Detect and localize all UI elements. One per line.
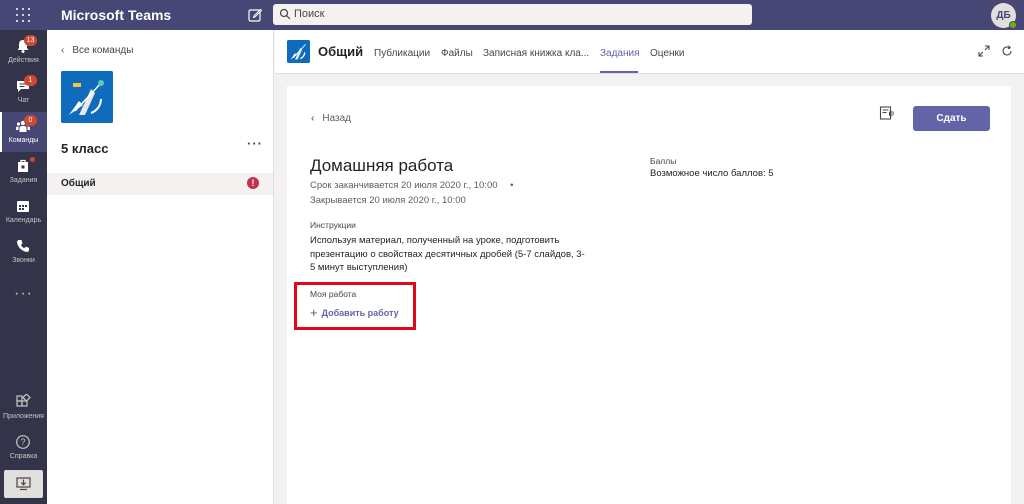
tab-notebook[interactable]: Записная книжка кла... <box>483 48 589 59</box>
points-label: Баллы <box>650 156 677 166</box>
rail-item-apps[interactable]: Приложения <box>0 388 47 428</box>
rail-label: Действия <box>8 57 39 64</box>
rail-label: Календарь <box>5 217 42 224</box>
tab-posts[interactable]: Публикации <box>374 48 430 59</box>
search-icon <box>279 8 291 20</box>
search-placeholder: Поиск <box>294 8 325 20</box>
rail-item-calendar[interactable]: Календарь <box>0 192 47 232</box>
teams-badge: 0 <box>24 115 37 126</box>
team-more-options-icon[interactable]: ··· <box>247 136 263 151</box>
chevron-left-icon: ‹ <box>311 113 315 124</box>
channel-item-general[interactable]: Общий ! <box>47 173 273 195</box>
assignment-title: Домашняя работа <box>310 156 454 175</box>
immersive-reader-icon[interactable] <box>879 105 895 121</box>
team-name: 5 класс <box>61 141 109 156</box>
title-bar: Microsoft Teams Поиск ДБ <box>0 0 1024 30</box>
new-chat-icon[interactable] <box>246 6 264 24</box>
channel-name: Общий <box>61 178 96 189</box>
tab-grades[interactable]: Оценки <box>650 48 684 59</box>
refresh-icon[interactable] <box>1001 45 1013 57</box>
instructions-text: Используя материал, полученный на уроке,… <box>310 235 585 273</box>
apps-icon <box>16 394 31 407</box>
channel-team-logo <box>287 40 310 63</box>
download-icon <box>16 477 31 491</box>
app-rail: 13 Действия 1 Чат 0 Команды Задания Кале… <box>0 30 47 504</box>
highlight-annotation <box>294 282 416 330</box>
active-tab-indicator <box>600 71 638 73</box>
back-label: Назад <box>322 113 351 124</box>
alert-icon: ! <box>247 177 259 189</box>
svg-text:?: ? <box>20 437 25 447</box>
rail-item-activity[interactable]: 13 Действия <box>0 32 47 72</box>
search-input[interactable]: Поиск <box>273 4 752 25</box>
expand-icon[interactable] <box>978 45 990 57</box>
activity-badge: 13 <box>24 35 37 46</box>
all-teams-link[interactable]: ‹ Все команды <box>61 45 133 56</box>
assignment-card: ‹ Назад Сдать Домашняя работа Срок заканч… <box>287 86 1011 504</box>
tab-files[interactable]: Файлы <box>441 48 473 59</box>
points-value: Возможное число баллов: 5 <box>650 168 774 179</box>
rail-label: Приложения <box>3 413 44 420</box>
submit-button[interactable]: Сдать <box>913 106 990 131</box>
rail-item-assignments[interactable]: Задания <box>0 152 47 192</box>
due-date: Срок заканчивается 20 июля 2020 г., 10:0… <box>310 180 513 191</box>
chevron-left-icon: ‹ <box>61 45 65 56</box>
app-title: Microsoft Teams <box>61 7 172 23</box>
rail-item-help[interactable]: ? Справка <box>0 428 47 468</box>
back-button[interactable]: ‹ Назад <box>311 113 351 124</box>
more-apps-icon[interactable]: ··· <box>14 285 33 303</box>
avatar-initials: ДБ <box>996 10 1011 21</box>
rail-label: Звонки <box>12 257 35 264</box>
close-date: Закрывается 20 июля 2020 г., 10:00 <box>310 195 466 206</box>
due-date-bullet: • <box>510 180 514 191</box>
tab-assignments[interactable]: Задания <box>600 48 640 59</box>
team-logo <box>61 71 113 123</box>
due-date-text: Срок заканчивается 20 июля 2020 г., 10:0… <box>310 180 498 191</box>
instructions-label: Инструкции <box>310 220 356 230</box>
presence-status-icon <box>1009 21 1017 29</box>
channel-header: Общий Публикации Файлы Записная книжка к… <box>275 30 1024 74</box>
help-icon: ? <box>16 435 30 449</box>
rail-label: Справка <box>9 453 38 460</box>
avatar[interactable]: ДБ <box>991 3 1017 29</box>
assignments-icon <box>18 159 28 172</box>
download-app-button[interactable] <box>4 470 43 498</box>
channel-title: Общий <box>318 44 364 59</box>
app-launcher-icon[interactable] <box>16 8 30 22</box>
rail-item-chat[interactable]: 1 Чат <box>0 72 47 112</box>
rail-item-calls[interactable]: Звонки <box>0 232 47 272</box>
chat-badge: 1 <box>24 75 37 86</box>
phone-icon <box>17 240 29 252</box>
rail-item-teams[interactable]: 0 Команды <box>0 112 47 152</box>
rail-label: Задания <box>9 177 38 184</box>
calendar-icon <box>17 201 29 212</box>
assignments-dot <box>30 157 35 162</box>
rail-label: Чат <box>17 97 30 104</box>
team-panel: ‹ Все команды 5 класс ··· Общий ! <box>47 30 274 504</box>
rail-label: Команды <box>8 137 39 144</box>
all-teams-label: Все команды <box>72 45 134 56</box>
